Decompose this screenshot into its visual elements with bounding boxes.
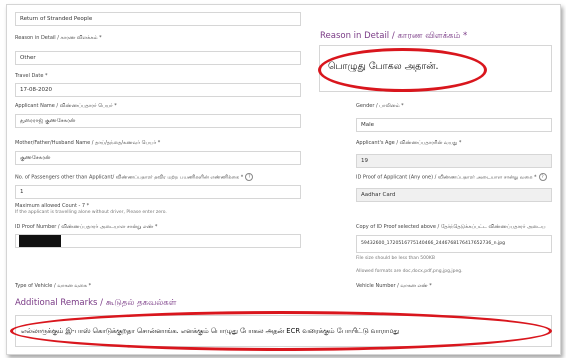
travel-date-field[interactable]: 17-08-2020 <box>15 83 301 97</box>
page: Return of Stranded People Reason in Deta… <box>0 0 566 358</box>
max-count-label: Maximum allowed Count - 7 * <box>15 203 90 209</box>
applicant-name-field[interactable]: துரைராஜ் குணசேகரன் <box>15 114 301 128</box>
vehicle-number-label: Vehicle Number / வாகன எண் * <box>356 283 432 289</box>
id-proof-type-select[interactable]: Aadhar Card <box>356 188 552 202</box>
id-copy-upload[interactable]: 59432600_1720516775140466_24467681764176… <box>356 235 552 253</box>
help-icon[interactable]: ? <box>538 173 547 181</box>
allowed-formats-hint: Allowed formats are doc,docx,pdf,png,jpg… <box>356 269 463 274</box>
reason-detail-text: பொழுது போகல அதான். <box>328 61 439 72</box>
epass-form: Return of Stranded People Reason in Deta… <box>6 4 561 355</box>
parent-name-label: Mother/Father/Husband Name / தாய்/தந்தை/… <box>15 140 161 146</box>
id-proof-label: ID Proof Number / விண்ணப்பதாரர் அடையாள ச… <box>15 224 158 230</box>
gender-label: Gender / பாலினம் * <box>356 103 404 109</box>
reason-label: Reason in Detail / காரண விளக்கம் * <box>15 35 102 41</box>
passengers-hint: If the applicant is travelling alone wit… <box>15 210 167 215</box>
reason-detail-heading: Reason in Detail / காரண விளக்கம் * <box>320 31 468 41</box>
id-copy-label: Copy of ID Proof selected above / தேர்ந்… <box>356 224 546 230</box>
applicant-name-label: Applicant Name / விண்ணப்பதாரர் பெயர் * <box>15 103 117 109</box>
remarks-heading: Additional Remarks / கூடுதல் தகவல்கள் <box>15 298 177 308</box>
age-field: 19 <box>356 154 552 168</box>
id-proof-type-label: ID Proof of Applicant (Any one) / விண்ணப… <box>356 173 547 181</box>
reason-select[interactable]: Other <box>15 51 301 65</box>
remarks-text: எல்லாருக்கும் இ-பாஸ் கொடுக்குறதா சொன்னாங… <box>21 327 400 335</box>
vehicle-type-label: Type of Vehicle / வாகன வகை * <box>15 283 92 289</box>
redacted-id-number <box>19 235 61 247</box>
purpose-field[interactable]: Return of Stranded People <box>15 12 301 26</box>
file-size-hint: File size should be less than 500KB <box>356 256 435 261</box>
help-icon[interactable]: ? <box>245 173 254 181</box>
passengers-label: No. of Passengers other than Applicant/ … <box>15 173 254 181</box>
parent-name-field[interactable]: குணசேகரன் <box>15 151 301 165</box>
age-label: Applicant's Age / விண்ணப்பதாரரின் வயது * <box>356 140 462 146</box>
travel-date-label: Travel Date * <box>15 73 48 79</box>
passengers-field[interactable]: 1 <box>15 185 301 199</box>
gender-select[interactable]: Male <box>356 118 552 132</box>
